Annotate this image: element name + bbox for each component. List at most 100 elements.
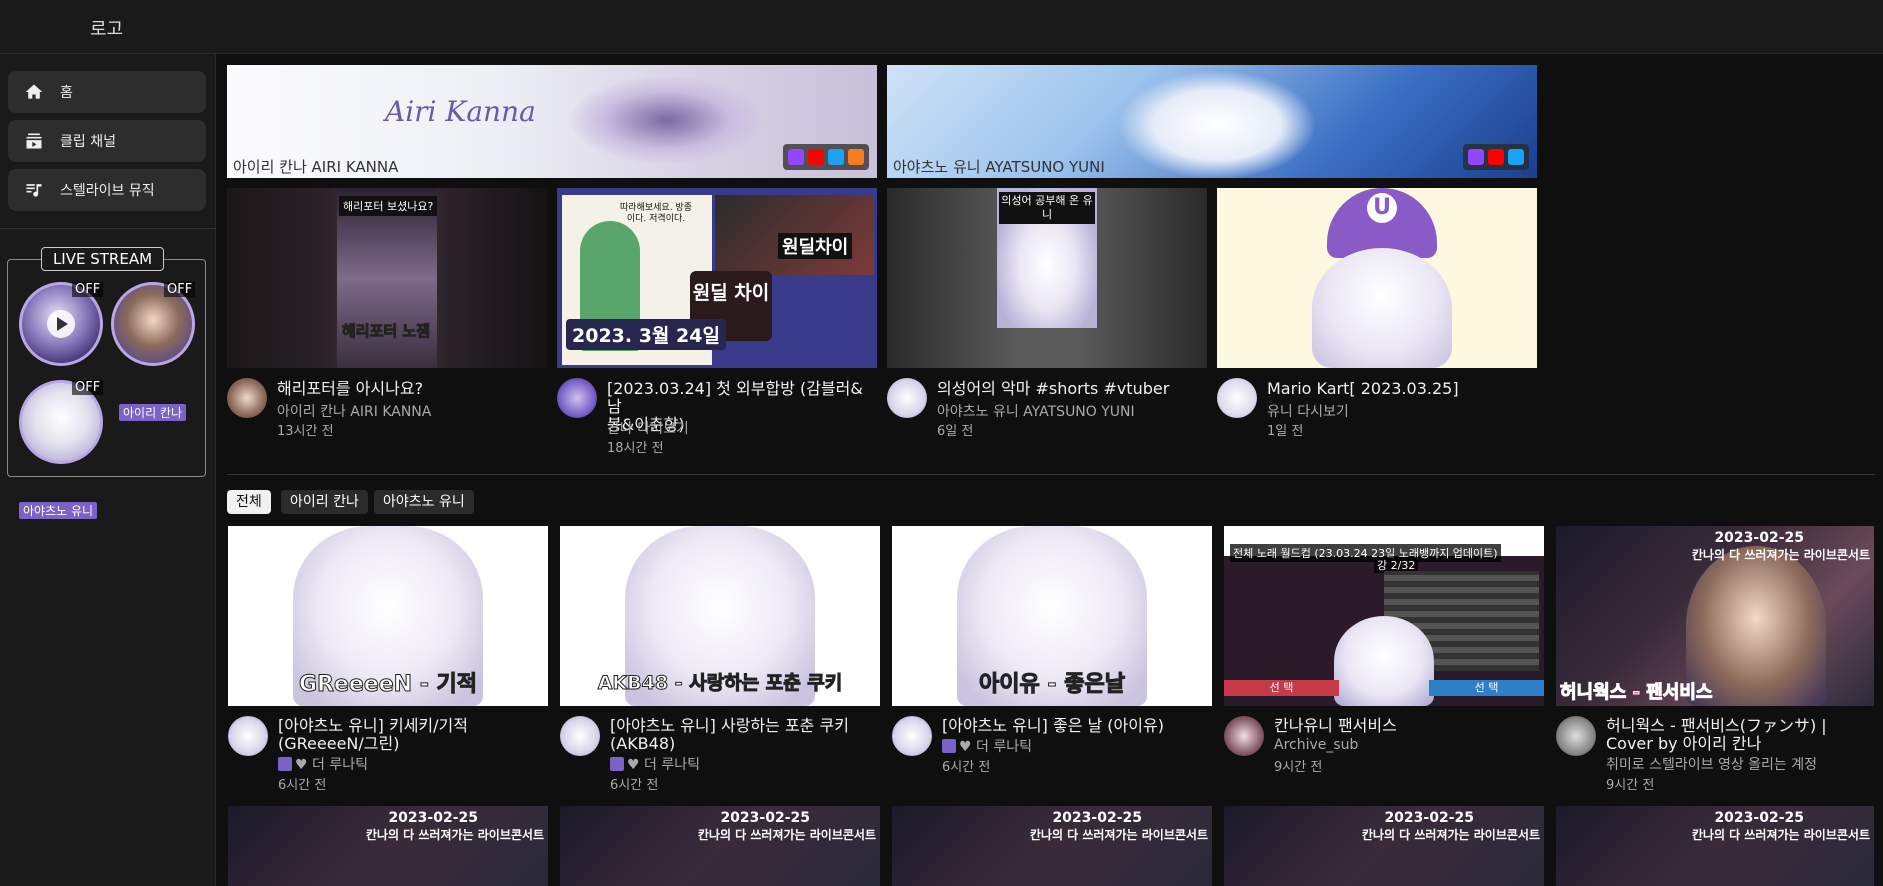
youtube-icon[interactable] bbox=[808, 149, 824, 165]
video-title[interactable]: [아야츠노 유니] 키세키/기적 (GReeeeN/그린) bbox=[278, 717, 468, 753]
moon-icon bbox=[278, 757, 292, 771]
sidebar-item-stellive-music[interactable]: 스텔라이브 뮤직 bbox=[8, 169, 206, 211]
channel-avatar[interactable] bbox=[1556, 716, 1596, 756]
thumbnail-caption: 칸나의 다 쓰러져가는 라이브콘서트 bbox=[365, 828, 544, 842]
select-button: 선 택 bbox=[1429, 680, 1544, 696]
video-thumbnail[interactable]: 2023-02-25 칸나의 다 쓰러져가는 라이브콘서트 bbox=[560, 806, 880, 886]
video-channel[interactable]: ♥ 더 루나틱 bbox=[610, 754, 700, 774]
video-title[interactable]: 의성어의 악마 #shorts #vtuber bbox=[937, 380, 1169, 398]
thumbnail-caption: 2023-02-25 bbox=[1052, 810, 1142, 826]
channel-avatar[interactable] bbox=[228, 716, 268, 756]
filter-chip-ayatsuno-yuni[interactable]: 아야츠노 유니 bbox=[374, 490, 474, 514]
video-thumbnail[interactable]: 따라해보세요. 방종이다. 저격이다. 원딜차이 원딜 차이 2023. 3월 … bbox=[557, 188, 877, 368]
sidebar: 홈 클립 채널 스텔라이브 뮤직 LIVE STREAM OFF 강 지 OFF… bbox=[0, 54, 216, 886]
video-thumbnail[interactable]: GReeeeN - 기적 bbox=[228, 526, 548, 706]
soundcloud-icon[interactable] bbox=[848, 149, 864, 165]
youtube-icon[interactable] bbox=[1488, 149, 1504, 165]
video-channel[interactable]: 유니 다시보기 bbox=[1267, 401, 1349, 421]
channel-avatar[interactable] bbox=[1217, 378, 1257, 418]
video-title[interactable]: [아야츠노 유니] 사랑하는 포춘 쿠키 (AKB48) bbox=[610, 717, 849, 753]
live-channel-name: 아이리 칸나 bbox=[119, 404, 187, 421]
channel-avatar[interactable] bbox=[887, 378, 927, 418]
video-thumbnail[interactable]: 2023-02-25 칸나의 다 쓰러져가는 라이브콘서트 bbox=[1556, 806, 1874, 886]
top-bar: 로고 bbox=[0, 0, 1883, 54]
video-thumbnail[interactable]: 2023-02-25 칸나의 다 쓰러져가는 라이브콘서트 bbox=[892, 806, 1212, 886]
music-icon bbox=[8, 180, 60, 200]
channel-avatar[interactable] bbox=[227, 378, 267, 418]
video-title[interactable]: Mario Kart[ 2023.03.25] bbox=[1267, 380, 1459, 398]
video-channel-name: 더 루나틱 bbox=[644, 757, 700, 773]
video-thumbnail[interactable]: 의성어 공부해 온 유니 bbox=[887, 188, 1207, 368]
video-time: 9시간 전 bbox=[1274, 760, 1323, 775]
banner-art bbox=[567, 75, 767, 165]
video-thumbnail[interactable]: 2023-02-25 칸나의 다 쓰러져가는 라이브콘서트 허니웍스 - 팬서비… bbox=[1556, 526, 1874, 706]
live-channel-name: 아야츠노 유니 bbox=[19, 502, 98, 519]
heart-icon: ♥ bbox=[959, 739, 977, 755]
video-channel[interactable]: 아야츠노 유니 AYATSUNO YUNI bbox=[937, 401, 1135, 421]
video-time: 6시간 전 bbox=[942, 760, 991, 775]
sidebar-item-clip-channel[interactable]: 클립 채널 bbox=[8, 120, 206, 162]
thumbnail-caption: GReeeeN - 기적 bbox=[298, 672, 478, 698]
twitter-icon[interactable] bbox=[828, 149, 844, 165]
video-channel[interactable]: ♥ 더 루나틱 bbox=[942, 736, 1032, 756]
video-title[interactable]: 칸나유니 팬서비스 bbox=[1274, 717, 1397, 735]
channel-avatar[interactable] bbox=[892, 716, 932, 756]
video-channel[interactable]: 칸나 다시보기 bbox=[607, 418, 689, 438]
filter-chip-airi-kanna[interactable]: 아이리 칸나 bbox=[281, 490, 368, 514]
home-icon bbox=[8, 82, 60, 102]
video-time: 6일 전 bbox=[937, 424, 974, 439]
video-title-line: (AKB48) bbox=[610, 734, 676, 753]
twitter-icon[interactable] bbox=[1508, 149, 1524, 165]
channel-avatar[interactable] bbox=[560, 716, 600, 756]
banner-label: 아이리 칸나 AIRI KANNA bbox=[233, 158, 399, 176]
video-title-line: 허니웍스 - 팬서비스(ファンサ) | bbox=[1606, 716, 1827, 735]
logo[interactable]: 로고 bbox=[90, 15, 123, 41]
video-title[interactable]: [아야츠노 유니] 좋은 날 (아이유) bbox=[942, 717, 1164, 735]
channel-banner-airi-kanna[interactable]: Airi Kanna 아이리 칸나 AIRI KANNA bbox=[227, 65, 877, 178]
thumbnail-caption: 허니웍스 - 팬서비스 bbox=[1559, 682, 1713, 704]
video-title[interactable]: 해리포터를 아시나요? bbox=[277, 380, 423, 398]
video-thumbnail[interactable]: U bbox=[1217, 188, 1537, 368]
twitch-icon[interactable] bbox=[788, 149, 804, 165]
video-thumbnail[interactable]: 전체 노래 월드컵 (23.03.24 23일 노래뱅까지 업데이트) 강 2/… bbox=[1224, 526, 1544, 706]
video-channel[interactable]: ♥ 더 루나틱 bbox=[278, 754, 368, 774]
heart-icon: ♥ bbox=[295, 757, 313, 773]
sidebar-item-label: 클립 채널 bbox=[60, 134, 116, 150]
thumbnail-caption: 2023-02-25 bbox=[1714, 810, 1804, 826]
live-status-badge: OFF bbox=[164, 282, 196, 297]
channel-avatar[interactable] bbox=[1224, 716, 1264, 756]
thumbnail-caption: AKB48 - 사랑하는 포춘 쿠키 bbox=[597, 672, 843, 695]
subscriptions-icon bbox=[8, 131, 60, 151]
video-channel[interactable]: 취미로 스텔라이브 영상 올리는 계정 bbox=[1606, 754, 1817, 774]
video-channel[interactable]: Archive_sub bbox=[1274, 737, 1358, 753]
thumbnail-caption: 칸나의 다 쓰러져가는 라이브콘서트 bbox=[1361, 828, 1540, 842]
video-title-line: [아야츠노 유니] 사랑하는 포춘 쿠키 bbox=[610, 716, 849, 735]
thumbnail-caption: 따라해보세요. 방종이다. 저격이다. bbox=[620, 203, 692, 224]
video-thumbnail[interactable]: AKB48 - 사랑하는 포춘 쿠키 bbox=[560, 526, 880, 706]
section-divider bbox=[227, 474, 1875, 475]
thumbnail-caption: 2023-02-25 bbox=[1384, 810, 1474, 826]
thumbnail-caption: 원딜차이 bbox=[778, 233, 853, 259]
video-thumbnail[interactable]: 2023-02-25 칸나의 다 쓰러져가는 라이브콘서트 bbox=[228, 806, 548, 886]
filter-chip-all[interactable]: 전체 bbox=[227, 490, 271, 514]
thumbnail-caption: 2023-02-25 bbox=[720, 810, 810, 826]
video-title-line: (GReeeeN/그린) bbox=[278, 734, 400, 753]
live-stream-title: LIVE STREAM bbox=[41, 247, 164, 271]
banner-social-links bbox=[783, 144, 869, 170]
banner-logo-text: Airi Kanna bbox=[385, 95, 536, 128]
video-channel[interactable]: 아이리 칸나 AIRI KANNA bbox=[277, 401, 431, 421]
twitch-icon[interactable] bbox=[1468, 149, 1484, 165]
sidebar-item-home[interactable]: 홈 bbox=[8, 71, 206, 113]
video-thumbnail[interactable]: 2023-02-25 칸나의 다 쓰러져가는 라이브콘서트 bbox=[1224, 806, 1544, 886]
video-title[interactable]: 허니웍스 - 팬서비스(ファンサ) | Cover by 아이리 칸나 bbox=[1606, 717, 1876, 753]
banner-social-links bbox=[1463, 144, 1529, 170]
thumbnail-caption: 칸나의 다 쓰러져가는 라이브콘서트 bbox=[1029, 828, 1208, 842]
video-thumbnail[interactable]: 아이유 - 좋은날 bbox=[892, 526, 1212, 706]
banner-label: 아야츠노 유니 AYATSUNO YUNI bbox=[893, 158, 1105, 176]
channel-avatar[interactable] bbox=[557, 378, 597, 418]
channel-banner-ayatsuno-yuni[interactable]: 아야츠노 유니 AYATSUNO YUNI bbox=[887, 65, 1537, 178]
moon-icon bbox=[610, 757, 624, 771]
video-thumbnail[interactable]: 해리포터 보셨나요? 해리포터 노잼 bbox=[227, 188, 547, 368]
video-time: 18시간 전 bbox=[607, 441, 664, 456]
thumbnail-caption: 의성어 공부해 온 유니 bbox=[999, 192, 1095, 224]
